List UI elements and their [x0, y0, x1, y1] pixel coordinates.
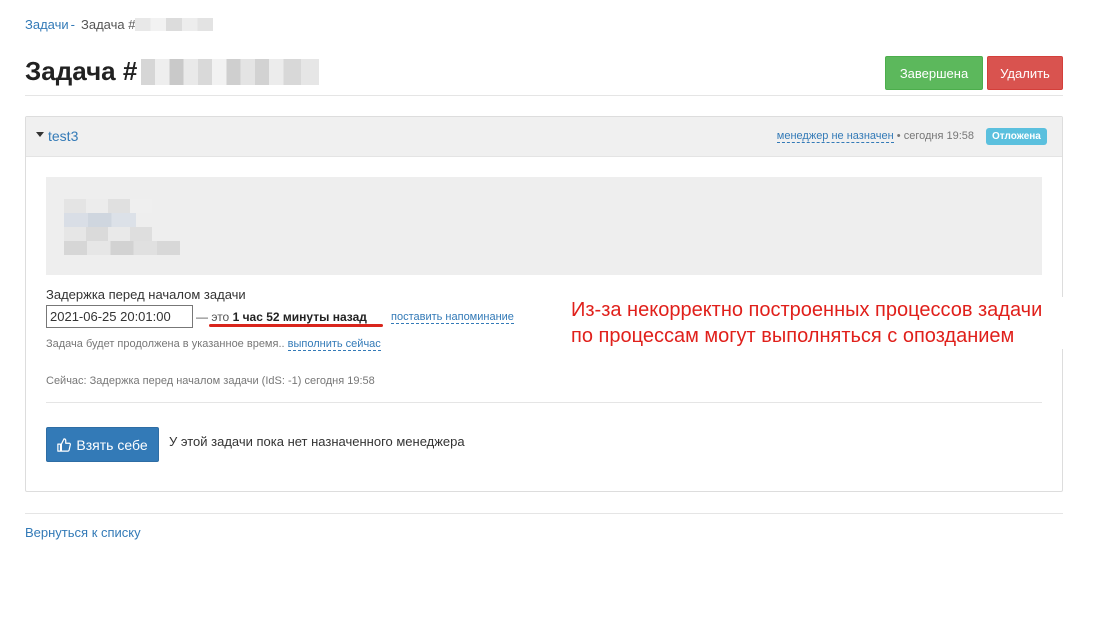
- delete-button[interactable]: Удалить: [987, 56, 1063, 90]
- task-time: сегодня 19:58: [903, 130, 974, 142]
- run-now-link[interactable]: выполнить сейчас: [287, 338, 381, 351]
- breadcrumb: Задачи - Задача #: [25, 17, 214, 32]
- no-manager-text: У этой задачи пока нет назначенного мене…: [169, 434, 465, 449]
- redacted-content: [64, 241, 180, 255]
- take-task-button[interactable]: Взять себе: [46, 427, 159, 462]
- caret-down-icon[interactable]: [36, 132, 44, 137]
- thumbs-up-icon: [57, 437, 72, 452]
- divider: [25, 513, 1063, 514]
- continue-note-text: Задача будет продолжена в указанное врем…: [46, 338, 285, 350]
- redacted-content: [64, 199, 152, 213]
- task-panel: test3 менеджер не назначен • сегодня 19:…: [25, 116, 1091, 492]
- set-reminder-link[interactable]: поставить напоминание: [391, 311, 514, 324]
- status-badge: Отложена: [986, 128, 1047, 145]
- continue-note: Задача будет продолжена в указанное врем…: [46, 338, 381, 351]
- divider: [25, 95, 1063, 96]
- page-title-text: Задача #: [25, 56, 138, 86]
- delay-relative-value: 1 час 52 минуты назад: [232, 310, 367, 324]
- divider: [46, 402, 1042, 403]
- current-status: Сейчас: Задержка перед началом задачи (I…: [46, 375, 375, 387]
- redacted-task-id: [135, 18, 214, 31]
- breadcrumb-tasks-link[interactable]: Задачи: [25, 17, 69, 32]
- manager-link[interactable]: менеджер не назначен: [776, 130, 894, 143]
- meta-separator: •: [896, 130, 901, 142]
- delay-label: Задержка перед началом задачи: [46, 287, 246, 302]
- breadcrumb-separator: -: [70, 17, 75, 32]
- delay-relative: — это 1 час 52 минуты назад: [196, 310, 367, 324]
- redacted-content: [64, 227, 152, 241]
- breadcrumb-current: Задача #: [81, 17, 136, 32]
- page-title: Задача #: [25, 56, 320, 87]
- task-content-box: [46, 177, 1042, 275]
- task-name-link[interactable]: test3: [48, 128, 78, 144]
- annotation-line-2: по процессам могут выполняться с опоздан…: [571, 325, 1015, 347]
- red-underline-mark: [209, 324, 383, 327]
- delay-datetime-input[interactable]: [46, 305, 193, 328]
- take-task-label: Взять себе: [76, 436, 148, 453]
- annotation-line-1: Из-за некорректно построенных процессов …: [571, 299, 1043, 321]
- annotation-callout: Из-за некорректно построенных процессов …: [571, 297, 1091, 349]
- task-panel-header[interactable]: test3 менеджер не назначен • сегодня 19:…: [26, 117, 1062, 157]
- task-meta: менеджер не назначен • сегодня 19:58: [776, 130, 974, 143]
- redacted-task-id: [141, 58, 320, 85]
- redacted-content: [64, 213, 136, 227]
- delay-prefix: — это: [196, 310, 230, 324]
- complete-button[interactable]: Завершена: [885, 56, 983, 90]
- back-to-list-link[interactable]: Вернуться к списку: [25, 525, 141, 540]
